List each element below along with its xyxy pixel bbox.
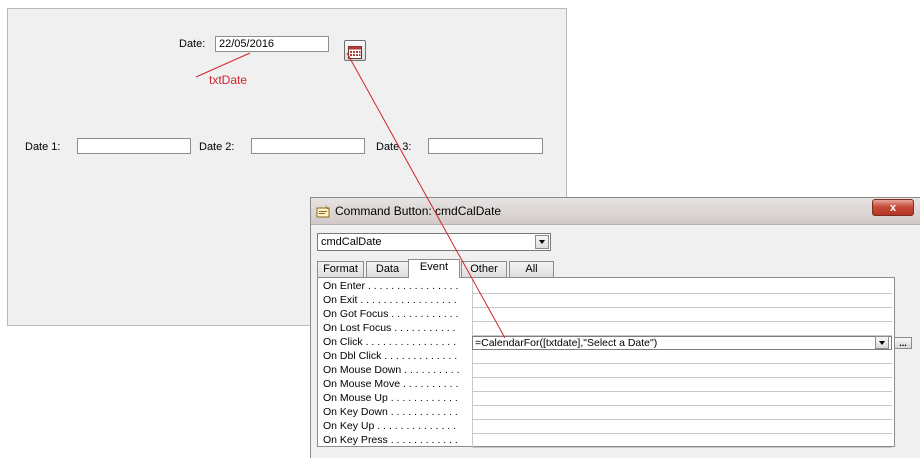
property-row-on-dbl-click[interactable]: On Dbl Click . . . . . . . . . . . . . — [318, 350, 894, 364]
close-button[interactable]: x — [872, 199, 914, 216]
property-value[interactable] — [472, 294, 892, 308]
property-row-on-exit[interactable]: On Exit . . . . . . . . . . . . . . . . … — [318, 294, 894, 308]
property-value[interactable] — [472, 406, 892, 420]
property-value[interactable] — [472, 378, 892, 392]
property-value[interactable] — [472, 434, 892, 448]
property-name: On Enter . . . . . . . . . . . . . . . . — [323, 280, 459, 292]
date-label: Date: — [179, 38, 206, 50]
date2-field[interactable] — [251, 138, 365, 154]
tab-data[interactable]: Data — [366, 261, 409, 277]
property-name: On Click . . . . . . . . . . . . . . . . — [323, 336, 457, 348]
on-click-dropdown-button[interactable] — [875, 336, 889, 349]
property-name: On Mouse Down . . . . . . . . . . — [323, 364, 460, 376]
date3-field[interactable] — [428, 138, 543, 154]
property-name: On Dbl Click . . . . . . . . . . . . . — [323, 350, 458, 362]
date1-field[interactable] — [77, 138, 191, 154]
calendar-icon — [348, 45, 362, 59]
property-sheet-titlebar[interactable]: Command Button: cmdCalDate x — [311, 198, 920, 225]
property-name: On Key Press . . . . . . . . . . . . — [323, 434, 458, 446]
property-row-on-key-press[interactable]: On Key Press . . . . . . . . . . . . — [318, 434, 894, 448]
property-name: On Mouse Up . . . . . . . . . . . . — [323, 392, 458, 404]
expression-builder-button[interactable]: ... — [894, 337, 912, 349]
chevron-down-icon — [879, 341, 885, 345]
property-value[interactable] — [472, 392, 892, 406]
property-name: On Mouse Move . . . . . . . . . . — [323, 378, 459, 390]
date1-label: Date 1: — [25, 141, 61, 153]
date3-label: Date 3: — [376, 141, 412, 153]
tab-other[interactable]: Other — [461, 261, 507, 277]
property-row-on-key-up[interactable]: On Key Up . . . . . . . . . . . . . . — [318, 420, 894, 434]
property-value[interactable] — [472, 308, 892, 322]
property-name: On Lost Focus . . . . . . . . . . . — [323, 322, 456, 334]
object-selector-value: cmdCalDate — [321, 236, 382, 248]
property-value[interactable] — [472, 280, 892, 294]
on-click-value-field[interactable]: =CalendarFor([txtdate],"Select a Date") — [472, 336, 892, 350]
date2-label: Date 2: — [199, 141, 235, 153]
property-sheet-window: Command Button: cmdCalDate x cmdCalDate … — [310, 197, 920, 458]
tab-format[interactable]: Format — [317, 261, 364, 277]
tab-all[interactable]: All — [509, 261, 554, 277]
property-value[interactable] — [472, 350, 892, 364]
property-name: On Key Up . . . . . . . . . . . . . . — [323, 420, 457, 432]
txtdate-annotation-label: txtDate — [209, 73, 248, 87]
ellipsis-icon: ... — [899, 338, 907, 348]
property-value[interactable] — [472, 420, 892, 434]
chevron-down-icon — [539, 240, 545, 244]
object-selector-dropdown[interactable] — [535, 235, 549, 249]
property-row-on-key-down[interactable]: On Key Down . . . . . . . . . . . . — [318, 406, 894, 420]
property-row-on-mouse-down[interactable]: On Mouse Down . . . . . . . . . . — [318, 364, 894, 378]
property-sheet-icon — [316, 205, 330, 218]
calendar-button[interactable] — [344, 40, 366, 61]
property-tabs: Format Data Event Other All — [315, 259, 915, 278]
close-icon: x — [889, 201, 897, 214]
property-row-on-mouse-move[interactable]: On Mouse Move . . . . . . . . . . — [318, 378, 894, 392]
property-value[interactable] — [472, 364, 892, 378]
property-name: On Key Down . . . . . . . . . . . . — [323, 406, 458, 418]
object-selector-combo[interactable]: cmdCalDate — [317, 233, 551, 251]
tab-event[interactable]: Event — [408, 259, 460, 278]
property-value[interactable] — [472, 322, 892, 336]
property-name: On Got Focus . . . . . . . . . . . . — [323, 308, 459, 320]
property-name: On Exit . . . . . . . . . . . . . . . . … — [323, 294, 457, 306]
property-row-on-lost-focus[interactable]: On Lost Focus . . . . . . . . . . . — [318, 322, 894, 336]
property-grid: On Enter . . . . . . . . . . . . . . . .… — [317, 277, 895, 448]
property-row-on-click[interactable]: On Click . . . . . . . . . . . . . . . .… — [318, 336, 894, 350]
property-row-on-enter[interactable]: On Enter . . . . . . . . . . . . . . . . — [318, 280, 894, 294]
property-row-on-mouse-up[interactable]: On Mouse Up . . . . . . . . . . . . — [318, 392, 894, 406]
date-field[interactable] — [215, 36, 329, 52]
window-title: Command Button: cmdCalDate — [335, 204, 502, 218]
property-row-on-got-focus[interactable]: On Got Focus . . . . . . . . . . . . — [318, 308, 894, 322]
